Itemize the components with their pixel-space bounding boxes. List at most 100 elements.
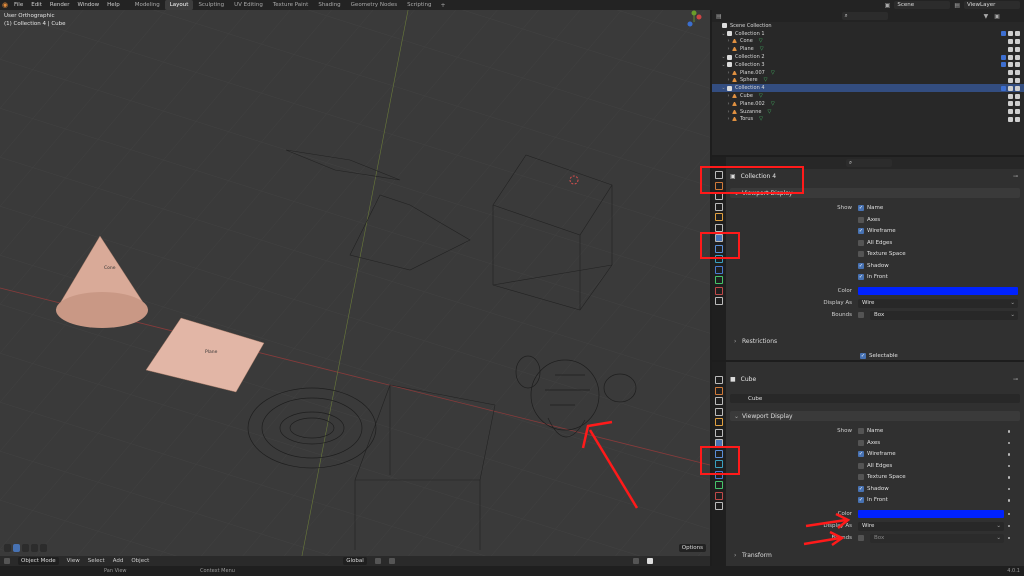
eye-icon[interactable]: [1008, 116, 1013, 122]
workspace-tab-modeling[interactable]: Modeling: [130, 0, 165, 10]
camera-icon[interactable]: [1015, 93, 1020, 99]
transform-section[interactable]: › Transform: [730, 550, 1020, 560]
pin-icon[interactable]: ⊸: [1013, 376, 1018, 383]
display-as-dropdown[interactable]: Wire ⌄: [858, 521, 1004, 531]
checkbox-axes[interactable]: Axes: [858, 216, 880, 224]
select-extend-button[interactable]: [13, 544, 20, 552]
vertex-data-icon[interactable]: ▽: [759, 38, 763, 44]
constraints-tab-icon[interactable]: [715, 481, 723, 489]
selectable-checkbox[interactable]: ✓ Selectable: [860, 352, 898, 360]
camera-icon[interactable]: [1015, 70, 1020, 76]
blender-logo-icon[interactable]: ◉: [0, 0, 10, 10]
select-subtract-button[interactable]: [22, 544, 29, 552]
outliner-item[interactable]: Scene Collection: [712, 22, 1024, 30]
expand-arrow-icon[interactable]: ›: [726, 46, 731, 52]
mode-selector[interactable]: Object Mode: [18, 557, 59, 565]
viewport-display-section[interactable]: ⌄ Viewport Display: [730, 411, 1020, 421]
expand-arrow-icon[interactable]: ›: [726, 101, 731, 107]
pin-icon[interactable]: ⊸: [1013, 173, 1018, 180]
expand-arrow-icon[interactable]: ⌄: [721, 62, 726, 68]
physics-tab-icon[interactable]: [715, 265, 723, 274]
bounds-checkbox[interactable]: [858, 311, 864, 319]
select-invert-button[interactable]: [31, 544, 38, 552]
camera-icon[interactable]: [1015, 85, 1020, 91]
vertex-data-icon[interactable]: ▽: [760, 46, 764, 52]
bounds-dropdown[interactable]: Box ⌄: [870, 533, 1004, 543]
vertex-data-icon[interactable]: ▽: [771, 101, 775, 107]
expand-arrow-icon[interactable]: ›: [726, 70, 731, 76]
keyframe-dot-icon[interactable]: [1007, 453, 1010, 456]
keyframe-dot-icon[interactable]: [1007, 524, 1010, 527]
workspace-tab-geometry-nodes[interactable]: Geometry Nodes: [346, 0, 402, 10]
workspace-tab-texture-paint[interactable]: Texture Paint: [268, 0, 314, 10]
view-layer-tab-icon[interactable]: [715, 407, 723, 416]
viewlayer-selector[interactable]: ViewLayer: [964, 1, 1020, 9]
keyframe-dot-icon[interactable]: [1007, 476, 1010, 479]
display-mode-icon[interactable]: ▤: [716, 13, 722, 20]
outliner-item[interactable]: › Plane.007 ▽: [712, 69, 1024, 77]
eye-icon[interactable]: [1008, 101, 1013, 107]
workspace-tab-sculpting[interactable]: Sculpting: [193, 0, 229, 10]
expand-arrow-icon[interactable]: ⌄: [721, 85, 726, 91]
expand-arrow-icon[interactable]: ›: [726, 38, 731, 44]
eye-icon[interactable]: [1008, 77, 1013, 83]
vertex-data-icon[interactable]: ▽: [771, 70, 775, 76]
eye-icon[interactable]: [1008, 70, 1013, 76]
view-layer-tab-icon[interactable]: [715, 202, 723, 211]
camera-icon[interactable]: [1015, 54, 1020, 60]
material-tab-icon[interactable]: [715, 297, 723, 305]
checkbox-name[interactable]: ✓ Name: [858, 204, 883, 212]
checkbox-texture-space[interactable]: Texture Space: [858, 473, 906, 481]
render-tab-icon[interactable]: [715, 386, 723, 395]
camera-icon[interactable]: [1015, 31, 1020, 37]
data-tab-icon[interactable]: [715, 491, 723, 500]
menu-render[interactable]: Render: [46, 2, 74, 8]
vertex-data-icon[interactable]: ▽: [759, 93, 763, 99]
checkbox-shadow[interactable]: ✓ Shadow: [858, 485, 889, 493]
exclude-checkbox[interactable]: [1001, 62, 1006, 68]
checkbox-texture-space[interactable]: Texture Space: [858, 250, 906, 258]
eye-icon[interactable]: [1008, 31, 1013, 37]
color-swatch[interactable]: [858, 286, 1018, 295]
output-tab-icon[interactable]: [715, 397, 723, 405]
outliner-item[interactable]: ⌄ Collection 3: [712, 61, 1024, 69]
snap-icon[interactable]: [388, 558, 395, 564]
checkbox-in-front[interactable]: ✓ In Front: [858, 273, 888, 281]
new-collection-icon[interactable]: ▣: [994, 13, 1000, 20]
outliner-item[interactable]: › Torus ▽: [712, 116, 1024, 124]
outliner-item[interactable]: › Cube ▽: [712, 92, 1024, 100]
outliner-item[interactable]: › Sphere ▽: [712, 77, 1024, 85]
outliner-item[interactable]: › Plane ▽: [712, 45, 1024, 53]
vertex-data-icon[interactable]: ▽: [767, 109, 771, 115]
select-menu[interactable]: Select: [88, 558, 105, 564]
exclude-checkbox[interactable]: [1001, 54, 1006, 60]
camera-icon[interactable]: [1015, 46, 1020, 52]
keyframe-dot-icon[interactable]: [1007, 499, 1010, 502]
camera-icon[interactable]: [1015, 77, 1020, 83]
color-swatch[interactable]: [858, 509, 1004, 518]
checkbox-wireframe[interactable]: ✓ Wireframe: [858, 227, 896, 235]
material-tab-icon[interactable]: [715, 502, 723, 510]
checkbox-all-edges[interactable]: All Edges: [858, 462, 892, 470]
scene-selector[interactable]: Scene: [894, 1, 951, 9]
keyframe-dot-icon[interactable]: [1007, 441, 1010, 444]
restrictions-section[interactable]: › Restrictions: [730, 336, 1020, 346]
vertex-data-icon[interactable]: ▽: [764, 77, 768, 83]
eye-icon[interactable]: [1008, 38, 1013, 44]
expand-arrow-icon[interactable]: ›: [726, 93, 731, 99]
expand-arrow-icon[interactable]: ⌄: [721, 31, 726, 37]
eye-icon[interactable]: [1008, 109, 1013, 115]
expand-arrow-icon[interactable]: ⌄: [721, 54, 726, 60]
workspace-tab-scripting[interactable]: Scripting: [402, 0, 436, 10]
checkbox-axes[interactable]: Axes: [858, 439, 880, 447]
data-tab-icon[interactable]: [715, 286, 723, 295]
checkbox-wireframe[interactable]: ✓ Wireframe: [858, 450, 896, 458]
camera-icon[interactable]: [1015, 109, 1020, 115]
filter-icon[interactable]: ▼: [984, 13, 989, 20]
vertex-data-icon[interactable]: ▽: [759, 116, 763, 122]
eye-icon[interactable]: [1008, 46, 1013, 52]
pivot-icon[interactable]: [374, 558, 381, 564]
keyframe-dot-icon[interactable]: [1007, 430, 1010, 433]
object-menu[interactable]: Object: [131, 558, 149, 564]
properties-search-input[interactable]: ⌕: [846, 159, 892, 167]
